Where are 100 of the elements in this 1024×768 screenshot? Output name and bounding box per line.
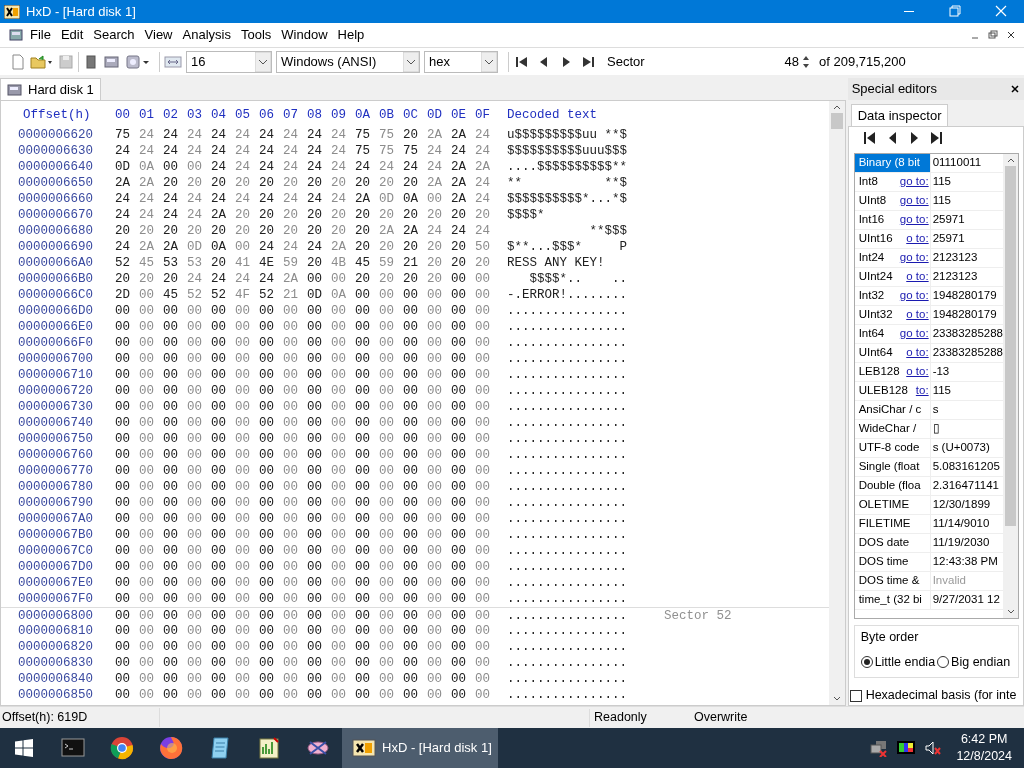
radio-button[interactable]: Little endia [860,652,936,672]
inspector-label[interactable]: UInt8 [854,192,887,210]
hex-byte: 0A [139,160,154,174]
go-to-link[interactable]: go to: [899,192,930,210]
hex-byte: 00 [451,560,466,574]
go-to-link[interactable]: o to: [906,230,930,248]
inspector-label[interactable]: UTF-8 code [854,438,931,457]
color-display-icon[interactable] [896,739,917,757]
hex-byte: 00 [115,592,130,606]
hex-byte: 00 [187,160,202,174]
network-icon[interactable] [870,739,889,757]
inspector-label[interactable]: DOS date [854,533,931,552]
close-icon[interactable] [1010,84,1020,94]
dropdown-arrow-icon [481,51,497,72]
hex-byte: 00 [187,416,202,430]
go-to-link[interactable]: to: [915,382,930,400]
hex-byte: 00 [139,288,154,302]
menu-item[interactable]: Help [333,25,369,45]
hex-byte: 00 [307,656,322,670]
hex-byte: 24 [235,160,250,174]
go-to-link[interactable]: go to: [899,173,930,191]
inspector-label[interactable]: Int64 [854,325,885,343]
menu-item[interactable]: Window [277,25,332,45]
inspector-value: 1948280179 [932,288,997,304]
data-inspector-tab[interactable]: Data inspector [850,104,949,126]
inspector-label[interactable]: ULEB128 [854,382,908,400]
inspector-label[interactable]: Int32 [854,287,885,305]
hex-byte: 24 [427,160,442,174]
inspector-label[interactable]: time_t (32 bi [854,590,931,609]
hex-byte: 75 [355,128,370,142]
hex-byte: 00 [235,400,250,414]
go-to-link[interactable]: o to: [906,268,930,286]
charset-dropdown[interactable]: Windows (ANSI) [276,50,420,73]
hex-byte: 00 [211,304,226,318]
bytes-per-row-dropdown[interactable]: 16 [186,50,272,73]
memory-icon[interactable] [83,53,99,70]
hex-byte: 24 [475,192,490,206]
menu-item[interactable]: File [26,25,55,45]
hex-byte: 00 [139,320,154,334]
decoded-text: ................ [507,320,628,334]
image-dropdown-icon[interactable] [125,53,151,70]
hex-byte: 24 [283,192,298,206]
inspector-label[interactable]: Int24 [854,249,885,267]
inspector-label[interactable]: Int16 [854,211,885,229]
document-tab[interactable]: Hard disk 1 [0,78,101,100]
inspector-label[interactable]: Double (floa [854,476,931,495]
menu-item[interactable]: Analysis [178,25,235,45]
radio-button[interactable]: Big endian [937,652,1011,672]
inspector-label[interactable]: LEB128 [854,363,900,381]
inspector-label[interactable]: DOS time [854,552,931,571]
scrollbar[interactable] [828,101,845,705]
offset-cell: 00000067A0 [18,512,93,526]
scrollbar[interactable] [1003,153,1018,618]
hex-byte: 00 [427,576,442,590]
scrollbar-thumb[interactable] [830,113,843,129]
inspector-label[interactable]: AnsiChar / c [854,400,931,419]
go-to-link[interactable]: o to: [906,306,930,324]
hex-byte: 00 [355,320,370,334]
go-to-link[interactable]: go to: [899,325,930,343]
inspector-label[interactable]: WideChar / [854,419,931,438]
hex-byte: 00 [427,512,442,526]
menu-item[interactable]: Tools [236,25,276,45]
inspector-label[interactable]: UInt24 [854,268,893,286]
go-to-link[interactable]: go to: [899,211,930,229]
hex-byte: 00 [139,304,154,318]
hex-byte: 00 [283,592,298,606]
hex-byte: 00 [331,624,346,638]
go-to-link[interactable]: o to: [906,344,930,362]
restore-icon[interactable] [986,29,1000,41]
menu-item[interactable]: Search [89,25,139,45]
inspector-label[interactable]: UInt32 [854,306,893,324]
hex-byte: 00 [259,336,274,350]
inspector-label[interactable]: OLETIME [854,495,931,514]
go-to-link[interactable]: go to: [899,287,930,305]
clock[interactable]: 6:42 PM 12/8/2024 [950,731,1012,765]
open-folder-icon[interactable] [30,53,54,70]
offset-cell: 0000006750 [18,432,93,446]
decoded-text: ................ [507,656,628,670]
menu-item[interactable]: View [140,25,177,45]
inspector-label[interactable]: FILETIME [854,514,931,533]
base-dropdown[interactable]: hex [424,50,498,73]
inspector-label[interactable]: UInt64 [854,344,893,362]
inspector-label[interactable]: UInt16 [854,230,893,248]
menu-item[interactable]: Edit [56,25,88,45]
go-to-link[interactable]: go to: [899,249,930,267]
hex-byte: 00 [187,608,202,623]
hex-byte: 00 [211,544,226,558]
hex-byte: 00 [379,304,394,318]
decoded-text: u$$$$$$$$$uu **$ [507,128,628,142]
scrollbar-thumb[interactable] [1005,165,1016,526]
first-icon[interactable] [861,129,878,146]
taskbar-button[interactable]: HxD - [Hard disk 1] [342,728,498,768]
go-to-link[interactable]: o to: [906,363,930,381]
muted-speaker-icon[interactable] [924,739,943,757]
inspector-label[interactable]: Binary (8 bit [854,153,931,172]
inspector-label[interactable]: Single (float [854,457,931,476]
hex-byte: 00 [451,528,466,542]
checkbox[interactable]: Hexadecimal basis (for inte [849,686,1019,705]
hex-byte: 00 [355,400,370,414]
inspector-label[interactable]: Int8 [854,173,878,191]
